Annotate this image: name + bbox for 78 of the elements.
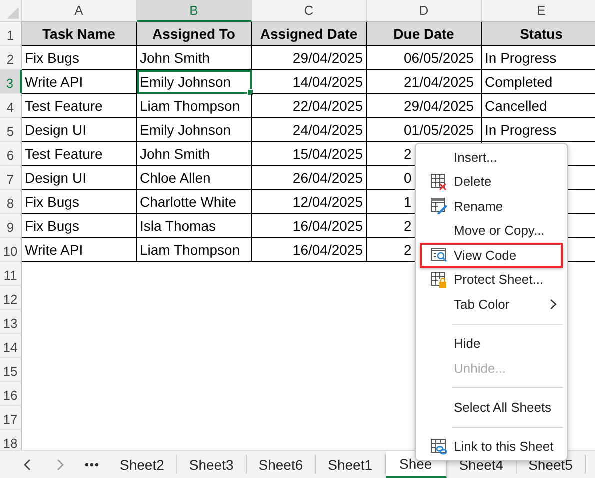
table-cell: 21/04/2025 <box>367 70 482 94</box>
row-header[interactable]: 8 <box>0 190 22 214</box>
table-cell: 16/04/2025 <box>252 214 367 238</box>
table-cell: Emily Johnson <box>137 118 252 142</box>
table-cell: Fix Bugs <box>22 46 137 70</box>
row-header[interactable]: 5 <box>0 118 22 142</box>
column-header[interactable]: A <box>22 0 137 22</box>
triangle-icon <box>7 7 19 19</box>
table-cell: Chloe Allen <box>137 166 252 190</box>
column-header[interactable]: D <box>367 0 482 22</box>
table-header-cell: Assigned To <box>137 22 252 46</box>
table-cell: 16/04/2025 <box>252 238 367 262</box>
table-pencil-icon <box>430 197 448 216</box>
table-cell: Fix Bugs <box>22 190 137 214</box>
menu-item[interactable]: Hide <box>420 331 563 356</box>
table-cell: 01/05/2025 <box>367 118 482 142</box>
table-cell: Liam Thompson <box>137 94 252 118</box>
row-header[interactable]: 7 <box>0 166 22 190</box>
code-window-icon <box>430 246 448 264</box>
table-cell: Test Feature <box>22 142 137 166</box>
table-delete-icon <box>430 172 448 191</box>
table-header-cell: Assigned Date <box>252 22 367 46</box>
table-cell: Cancelled <box>482 94 595 118</box>
table-cell: Completed <box>482 70 595 94</box>
column-header[interactable]: B <box>137 0 252 22</box>
table-cell: Charlotte White <box>137 190 252 214</box>
table-cell: Fix Bugs <box>22 214 137 238</box>
table-cell: Liam Thompson <box>137 238 252 262</box>
table-cell: 12/04/2025 <box>252 190 367 214</box>
sheet-tab[interactable]: Sheet2 <box>108 455 178 474</box>
sheet-tab[interactable]: Sheet3 <box>177 455 247 474</box>
table-cell: Test Feature <box>22 94 137 118</box>
table-cell: In Progress <box>482 118 595 142</box>
table-cell: 22/04/2025 <box>252 94 367 118</box>
row-header[interactable]: 18 <box>0 430 22 450</box>
table-cell: John Smith <box>137 46 252 70</box>
table-cell: Design UI <box>22 118 137 142</box>
table-cell: Isla Thomas <box>137 214 252 238</box>
row-header[interactable]: 3 <box>0 70 22 94</box>
table-header-cell: Status <box>482 22 595 46</box>
menu-item[interactable]: View Code <box>420 243 563 268</box>
row-header[interactable]: 10 <box>0 238 22 262</box>
table-cell: 26/04/2025 <box>252 166 367 190</box>
table-cell: Write API <box>22 238 137 262</box>
table-header-cell: Due Date <box>367 22 482 46</box>
table-cell: 24/04/2025 <box>252 118 367 142</box>
row-header[interactable]: 16 <box>0 382 22 406</box>
table-cell: 06/05/2025 <box>367 46 482 70</box>
table-cell: Emily Johnson <box>137 70 252 94</box>
table-cell: In Progress <box>482 46 595 70</box>
menu-item[interactable]: Select All Sheets <box>420 395 563 420</box>
table-cell: 14/04/2025 <box>252 70 367 94</box>
table-cell: 15/04/2025 <box>252 142 367 166</box>
row-header[interactable]: 6 <box>0 142 22 166</box>
table-cell: John Smith <box>137 142 252 166</box>
row-header[interactable]: 1 <box>0 22 22 46</box>
row-header[interactable]: 13 <box>0 310 22 334</box>
table-cell: 29/04/2025 <box>367 94 482 118</box>
menu-item[interactable]: Protect Sheet... <box>420 268 563 292</box>
column-header[interactable]: C <box>252 0 367 22</box>
column-header[interactable]: E <box>482 0 595 22</box>
row-header[interactable]: 12 <box>0 286 22 310</box>
table-cell: Design UI <box>22 166 137 190</box>
select-all-corner[interactable] <box>0 0 22 22</box>
row-header[interactable]: 11 <box>0 262 22 286</box>
sheet-tab[interactable]: Sheet6 <box>246 455 316 474</box>
row-header[interactable]: 17 <box>0 406 22 430</box>
table-lock-icon <box>430 270 448 289</box>
row-header[interactable]: 9 <box>0 214 22 238</box>
table-cell: 29/04/2025 <box>252 46 367 70</box>
menu-item[interactable]: Tab Color <box>420 292 563 316</box>
row-header[interactable]: 4 <box>0 94 22 118</box>
table-cell: Write API <box>22 70 137 94</box>
row-header[interactable]: 14 <box>0 334 22 358</box>
row-header[interactable]: 15 <box>0 358 22 382</box>
table-header-cell: Task Name <box>22 22 137 46</box>
table-link-icon <box>430 438 448 456</box>
row-header[interactable]: 2 <box>0 46 22 70</box>
